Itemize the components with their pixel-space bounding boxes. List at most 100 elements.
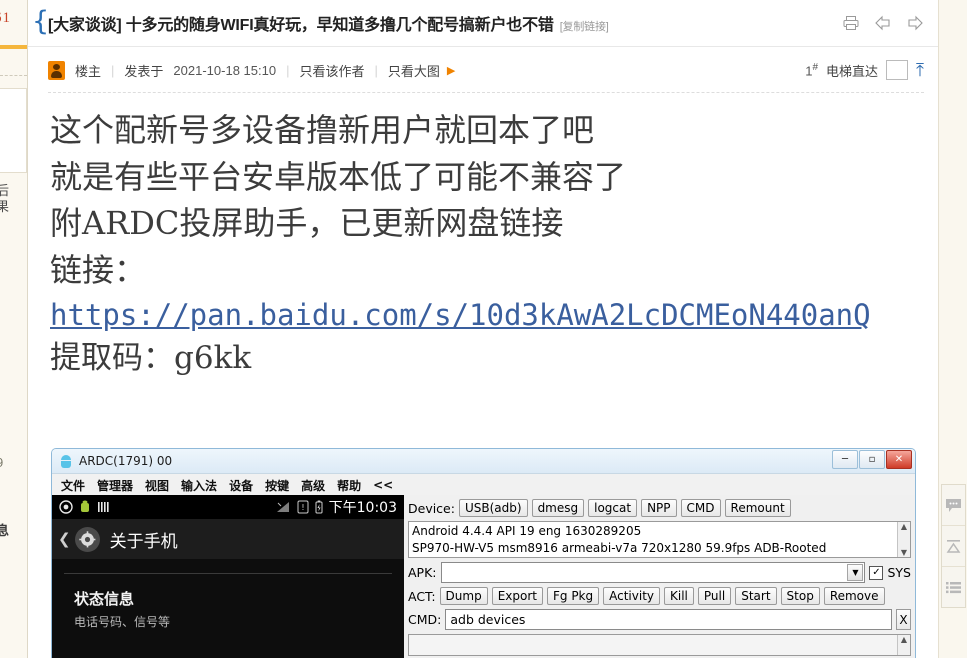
left-text-fragment-3: 9	[0, 455, 3, 470]
sys-label: SYS	[887, 565, 911, 580]
menu-item-help[interactable]: 帮助	[337, 477, 361, 494]
left-number-fragment: 61	[0, 10, 11, 26]
menu-item-input-method[interactable]: 输入法	[181, 477, 217, 494]
menu-item-view[interactable]: 视图	[145, 477, 169, 494]
scroll-down-arrow-icon[interactable]: ▼	[901, 548, 907, 557]
copy-link-button[interactable]: [复制链接]	[560, 21, 609, 33]
print-icon[interactable]	[842, 14, 860, 32]
act-row: ACT: Dump Export Fg Pkg Activity Kill Pu…	[408, 587, 911, 605]
dashed-divider	[0, 75, 27, 76]
export-button[interactable]: Export	[491, 587, 543, 605]
close-button[interactable]: ✕	[886, 450, 912, 469]
phone-actionbar: ❮ 关于手机	[52, 519, 404, 559]
cmd-input[interactable]: adb devices	[445, 609, 892, 630]
phone-setting-subtitle: 电话号码、信号等	[74, 615, 171, 629]
only-images-link[interactable]: 只看大图	[388, 61, 440, 80]
phone-setting-title[interactable]: 状态信息	[52, 588, 404, 609]
elevator-label: 电梯直达	[826, 63, 879, 79]
fg-pkg-button[interactable]: Fg Pkg	[546, 587, 600, 605]
phone-clock: 下午10:03	[328, 500, 397, 516]
remove-button[interactable]: Remove	[823, 587, 885, 605]
sim-card-icon: !	[297, 500, 309, 514]
menu-item-manager[interactable]: 管理器	[97, 477, 133, 494]
device-info-box: Android 4.4.4 API 19 eng 1630289205 SP97…	[408, 521, 911, 558]
elevator-go-icon[interactable]: ⤒	[916, 61, 924, 79]
post-line-2: 就是有些平台安卓版本低了可能不兼容了	[50, 157, 627, 196]
android-robot-icon	[60, 454, 72, 468]
dmesg-button[interactable]: dmesg	[531, 499, 585, 517]
back-chevron-icon[interactable]: ❮	[58, 530, 71, 548]
menu-item-collapse[interactable]: <<	[373, 478, 393, 492]
act-label: ACT:	[408, 588, 436, 604]
ardc-window-title: ARDC(1791) 00	[79, 454, 173, 468]
cmd-row: CMD: adb devices X	[408, 609, 911, 630]
phone-screen-title: 关于手机	[109, 531, 178, 552]
stop-button[interactable]: Stop	[780, 587, 820, 605]
avatar[interactable]	[48, 60, 65, 80]
phone-status-bar: ! 下午10:03	[52, 495, 404, 519]
orange-divider-bar	[0, 45, 27, 49]
forum-post-page: 61 后 果 9 息 { [大家谈谈] 十多元的随身WIFI真好玩，早知道多撸几…	[0, 0, 967, 658]
npp-button[interactable]: NPP	[641, 499, 677, 517]
side-toolbar	[941, 484, 966, 608]
meta-right-group: 1# 电梯直达 ⤒	[805, 60, 924, 80]
usb-adb-button[interactable]: USB(adb)	[458, 499, 528, 517]
gear-icon	[74, 526, 100, 552]
only-author-link[interactable]: 只看该作者	[299, 61, 364, 80]
chevron-down-icon[interactable]: ▼	[847, 564, 864, 581]
post-title-tag: [大家谈谈]	[48, 17, 122, 34]
posted-prefix: 发表于	[124, 63, 164, 79]
apk-row: APK: ▼ ✓ SYS	[408, 562, 911, 583]
minimize-button[interactable]: ─	[832, 450, 858, 469]
ardc-body: ! 下午10:03 ❮ 关于手机 状态信息 电话号码、信号等 Device: U…	[52, 495, 915, 658]
phone-list-divider	[64, 573, 392, 574]
pull-button[interactable]: Pull	[697, 587, 732, 605]
cmd-output-scrollbar[interactable]: ▲	[897, 635, 910, 655]
comment-icon[interactable]	[942, 485, 965, 526]
menu-item-file[interactable]: 文件	[61, 477, 85, 494]
output-scroll-up-arrow-icon[interactable]: ▲	[901, 635, 907, 644]
logcat-button[interactable]: logcat	[588, 499, 638, 517]
device-info-scrollbar[interactable]: ▲ ▼	[897, 522, 910, 557]
elevator-input[interactable]	[886, 60, 909, 80]
remount-button[interactable]: Remount	[724, 499, 791, 517]
post-line-1: 这个配新号多设备撸新用户就回本了吧	[50, 111, 595, 149]
dump-button[interactable]: Dump	[439, 587, 488, 605]
floor-number: 1#	[805, 61, 819, 79]
next-arrow-icon[interactable]	[906, 14, 924, 32]
maximize-button[interactable]: ▫	[859, 450, 885, 469]
device-label: Device:	[408, 500, 455, 516]
expand-arrow-icon[interactable]: ▶	[447, 64, 455, 77]
prev-arrow-icon[interactable]	[874, 14, 892, 32]
meta-separator-3: |	[374, 62, 378, 78]
kill-button[interactable]: Kill	[664, 587, 694, 605]
record-icon	[59, 500, 73, 514]
phone-screen-content: 状态信息 电话号码、信号等	[52, 559, 404, 658]
ardc-titlebar: ARDC(1791) 00 ─ ▫ ✕	[52, 449, 915, 473]
back-to-top-icon[interactable]	[942, 526, 965, 567]
menu-item-device[interactable]: 设备	[229, 477, 253, 494]
activity-button[interactable]: Activity	[603, 587, 661, 605]
clear-cmd-button[interactable]: X	[896, 609, 911, 630]
apk-combobox[interactable]: ▼	[440, 562, 866, 583]
status-left-icons	[59, 500, 110, 514]
sys-checkbox[interactable]: ✓	[869, 565, 884, 580]
menu-item-keys[interactable]: 按键	[265, 477, 289, 494]
left-white-panel	[0, 88, 27, 173]
status-right-icons: ! 下午10:03	[276, 497, 397, 517]
list-icon[interactable]	[942, 567, 965, 607]
extract-code-line: 提取码：g6kk	[50, 340, 252, 377]
sys-checkbox-group[interactable]: ✓ SYS	[869, 565, 911, 580]
device-info-line-1: Android 4.4.4 API 19 eng 1630289205	[412, 524, 642, 538]
cmd-button[interactable]: CMD	[680, 499, 721, 517]
start-button[interactable]: Start	[735, 587, 777, 605]
post-body: 这个配新号多设备撸新用户就回本了吧 就是有些平台安卓版本低了可能不兼容了 附AR…	[28, 93, 938, 381]
scroll-up-arrow-icon[interactable]: ▲	[901, 522, 907, 531]
left-text-fragment-4: 息	[0, 523, 10, 538]
post-title-actions	[842, 14, 924, 32]
menu-item-advanced[interactable]: 高级	[301, 477, 325, 494]
cmd-output-box: ▲	[408, 634, 911, 656]
page-title: [大家谈谈] 十多元的随身WIFI真好玩，早知道多撸几个配号搞新户也不错 [复制链…	[48, 11, 609, 35]
baidu-pan-link[interactable]: https://pan.baidu.com/s/10d3kAwA2LcDCMEo…	[50, 294, 918, 338]
phone-mirror-panel[interactable]: ! 下午10:03 ❮ 关于手机 状态信息 电话号码、信号等	[52, 495, 404, 658]
